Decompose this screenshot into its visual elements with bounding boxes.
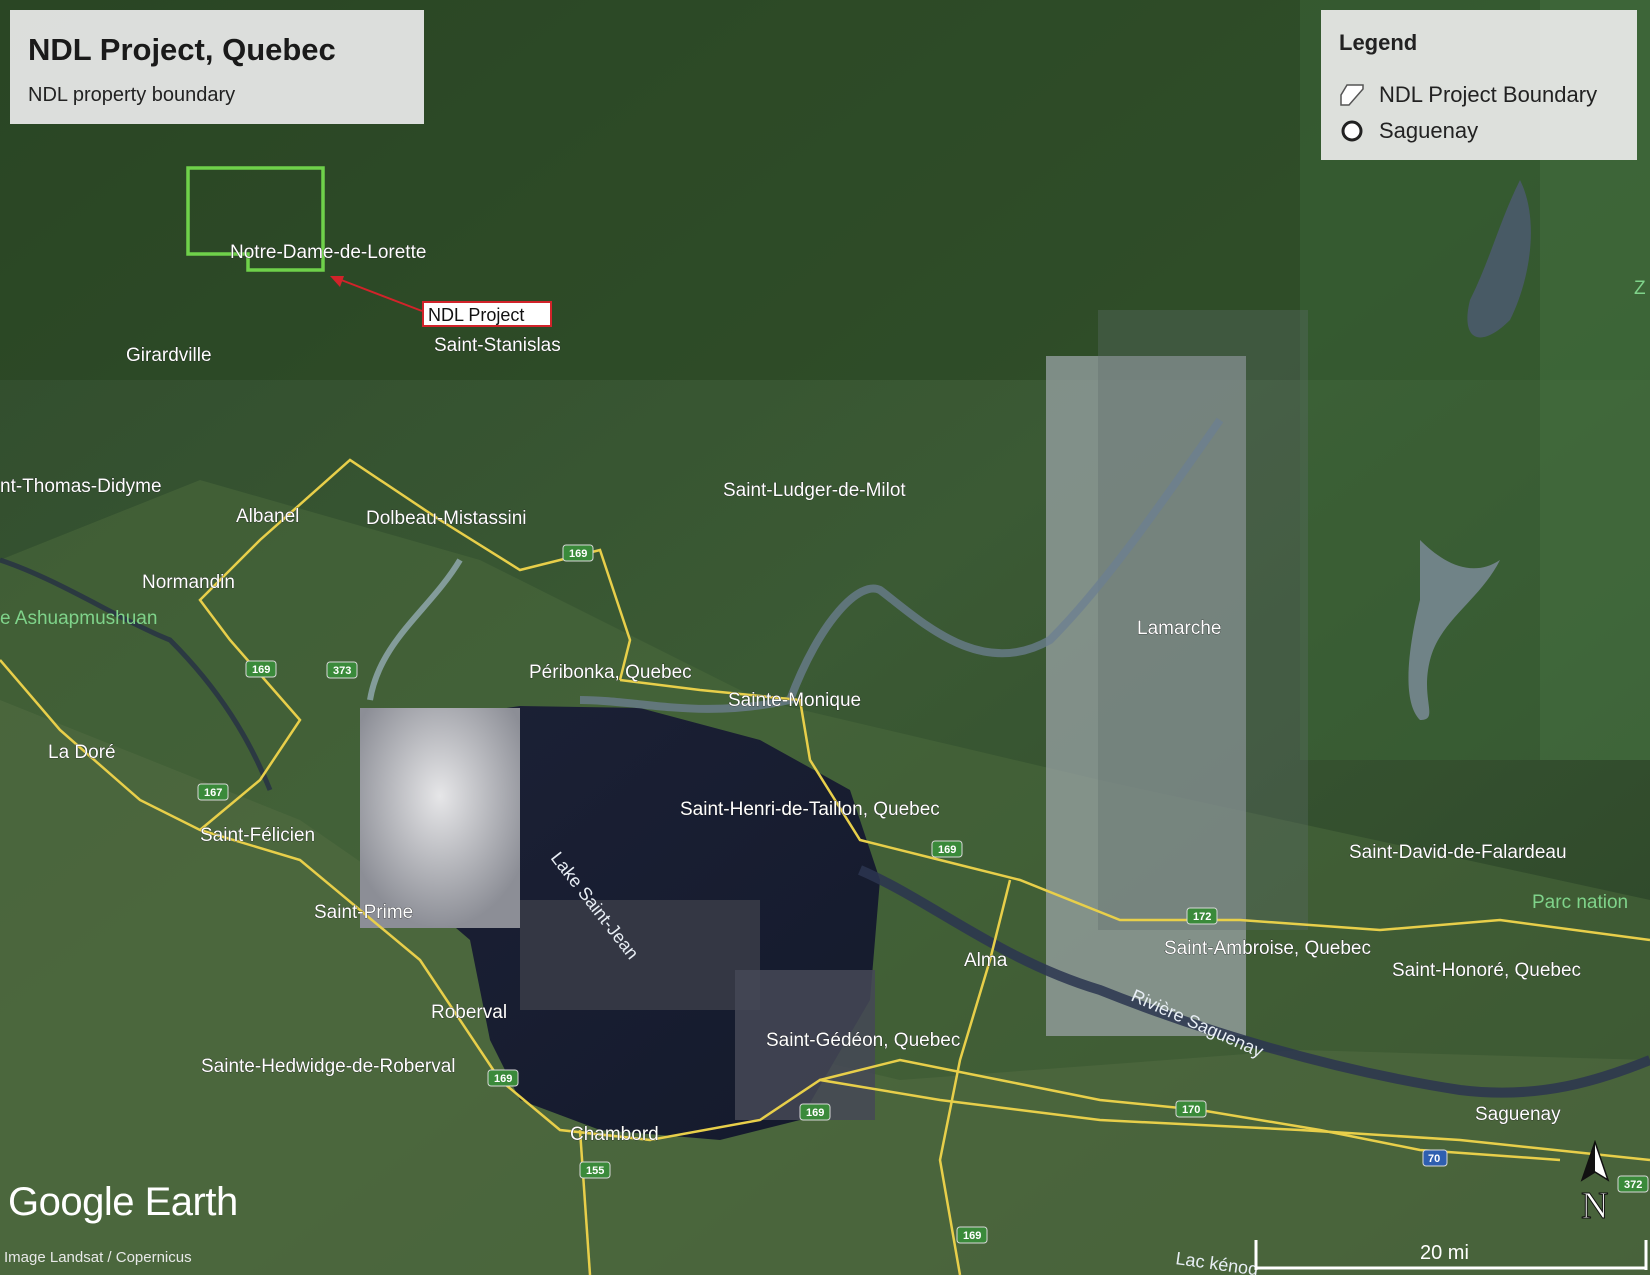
place-saguenay[interactable]: Saguenay xyxy=(1475,1104,1562,1126)
map-subtitle: NDL property boundary xyxy=(28,84,236,106)
place-notre-dame-de-lorette[interactable]: Notre-Dame-de-Lorette xyxy=(230,242,427,264)
place-saint-david-de-falardeau[interactable]: Saint-David-de-Falardeau xyxy=(1349,842,1567,864)
legend-label-boundary: NDL Project Boundary xyxy=(1379,82,1598,107)
title-panel: NDL Project, Quebec NDL property boundar… xyxy=(10,10,424,124)
svg-text:169: 169 xyxy=(569,548,587,560)
map-title: NDL Project, Quebec xyxy=(28,32,336,67)
place-dolbeau-mistassini[interactable]: Dolbeau-Mistassini xyxy=(366,508,527,530)
place-saint-stanislas[interactable]: Saint-Stanislas xyxy=(434,335,561,357)
place-sainte-hedwidge-de-roberval[interactable]: Sainte-Hedwidge-de-Roberval xyxy=(201,1056,456,1078)
label-z[interactable]: Z xyxy=(1634,278,1646,299)
svg-text:372: 372 xyxy=(1624,1179,1642,1191)
legend-panel: Legend NDL Project Boundary Saguenay xyxy=(1321,10,1637,160)
place-saint-thomas-didyme[interactable]: nt-Thomas-Didyme xyxy=(0,476,162,498)
route-shield-172: 172 xyxy=(1186,907,1218,925)
route-shield-70: 70 xyxy=(1422,1149,1448,1167)
satellite-map[interactable]: Notre-Dame-de-Lorette Saint-Stanislas Gi… xyxy=(0,0,1650,1275)
cloud-haze xyxy=(360,708,520,928)
place-lamarche[interactable]: Lamarche xyxy=(1137,618,1222,640)
svg-text:169: 169 xyxy=(963,1230,981,1242)
svg-text:169: 169 xyxy=(494,1073,512,1085)
place-saint-henri-de-taillon[interactable]: Saint-Henri-de-Taillon, Quebec xyxy=(680,799,940,821)
place-girardville[interactable]: Girardville xyxy=(126,345,212,367)
route-shield-170: 170 xyxy=(1175,1100,1207,1118)
route-shield-169-e: 169 xyxy=(799,1103,831,1121)
svg-text:169: 169 xyxy=(938,844,956,856)
north-arrow-icon: N xyxy=(1570,1139,1620,1235)
place-saint-honore[interactable]: Saint-Honoré, Quebec xyxy=(1392,960,1582,982)
lake-tile xyxy=(520,900,760,1010)
route-shield-169-f: 169 xyxy=(956,1226,988,1244)
place-saint-prime[interactable]: Saint-Prime xyxy=(314,902,414,924)
place-alma[interactable]: Alma xyxy=(964,950,1008,972)
svg-text:169: 169 xyxy=(806,1107,824,1119)
route-shield-155: 155 xyxy=(579,1161,611,1179)
legend-title: Legend xyxy=(1339,30,1418,55)
place-albanel[interactable]: Albanel xyxy=(236,506,300,528)
legend-item-boundary: NDL Project Boundary xyxy=(1339,82,1597,108)
svg-text:70: 70 xyxy=(1428,1153,1440,1165)
scale-bar-label: 20 mi xyxy=(1420,1242,1469,1264)
legend-item-saguenay: Saguenay xyxy=(1339,118,1478,144)
polygon-icon xyxy=(1340,84,1364,106)
route-shield-169-a: 169 xyxy=(562,544,594,562)
imagery-credit: Image Landsat / Copernicus xyxy=(4,1249,192,1266)
google-earth-logo: Google Earth xyxy=(8,1180,238,1224)
svg-text:155: 155 xyxy=(586,1165,604,1177)
route-shield-373: 373 xyxy=(326,661,358,679)
route-shield-169-d: 169 xyxy=(487,1069,519,1087)
route-shield-167: 167 xyxy=(197,783,229,801)
place-saint-felicien[interactable]: Saint-Félicien xyxy=(200,825,316,847)
circle-marker-icon xyxy=(1341,120,1363,142)
svg-text:170: 170 xyxy=(1182,1104,1200,1116)
label-riviere-ashuapmushuan[interactable]: e Ashuapmushuan xyxy=(0,608,157,629)
route-shield-169-b: 169 xyxy=(245,660,277,678)
svg-text:167: 167 xyxy=(204,787,222,799)
ndl-project-callout[interactable]: NDL Project xyxy=(422,301,552,327)
place-chambord[interactable]: Chambord xyxy=(570,1124,659,1146)
place-saint-ludger-de-milot[interactable]: Saint-Ludger-de-Milot xyxy=(723,480,907,502)
place-saint-ambroise[interactable]: Saint-Ambroise, Quebec xyxy=(1164,938,1372,960)
route-shield-372: 372 xyxy=(1617,1175,1649,1193)
place-la-dore[interactable]: La Doré xyxy=(48,742,116,764)
svg-text:172: 172 xyxy=(1193,911,1211,923)
place-saint-gedeon[interactable]: Saint-Gédéon, Quebec xyxy=(766,1030,961,1052)
legend-label-saguenay: Saguenay xyxy=(1379,118,1479,143)
svg-text:169: 169 xyxy=(252,664,270,676)
route-shield-169-c: 169 xyxy=(931,840,963,858)
svg-text:373: 373 xyxy=(333,665,351,677)
place-roberval[interactable]: Roberval xyxy=(431,1002,508,1024)
place-peribonka[interactable]: Péribonka, Quebec xyxy=(529,662,692,684)
label-parc-national[interactable]: Parc nation xyxy=(1532,892,1628,913)
north-label: N xyxy=(1581,1185,1608,1227)
place-sainte-monique[interactable]: Sainte-Monique xyxy=(728,690,862,712)
place-normandin[interactable]: Normandin xyxy=(142,572,236,594)
